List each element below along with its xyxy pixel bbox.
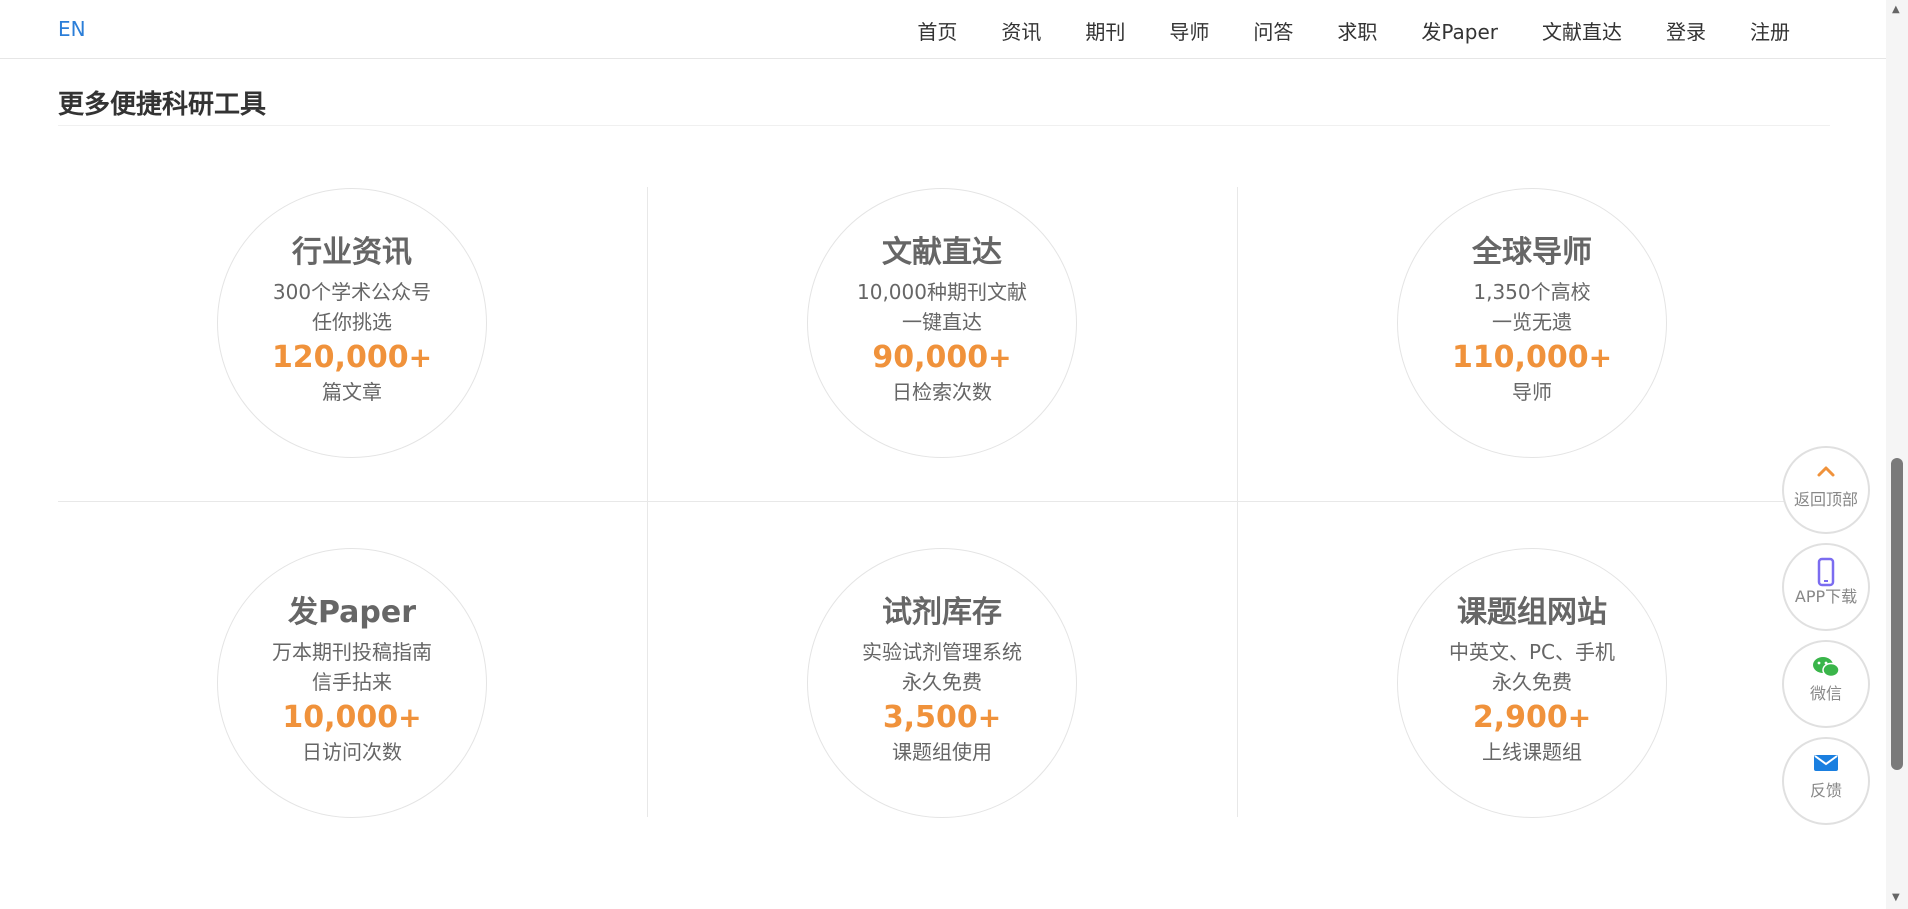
tool-stat-number: 3,500+ xyxy=(882,700,1002,735)
main-nav: 首页 资讯 期刊 导师 问答 求职 发Paper 文献直达 登录 注册 xyxy=(873,16,1790,45)
tool-desc-line: 一键直达 xyxy=(902,310,982,334)
tool-title: 全球导师 xyxy=(1472,235,1592,270)
tool-desc-line: 任你挑选 xyxy=(312,310,392,334)
language-switch-link[interactable]: EN xyxy=(58,17,86,41)
back-to-top-label: 返回顶部 xyxy=(1793,490,1858,509)
tool-circle: 试剂库存 实验试剂管理系统 永久免费 3,500+ 课题组使用 xyxy=(807,548,1077,818)
tool-stat-unit: 上线课题组 xyxy=(1482,740,1582,764)
nav-login[interactable]: 登录 xyxy=(1666,16,1706,45)
tool-circle: 发Paper 万本期刊投稿指南 信手拈来 10,000+ 日访问次数 xyxy=(217,548,487,818)
tool-circle: 行业资讯 300个学术公众号 任你挑选 120,000+ 篇文章 xyxy=(217,188,487,458)
tool-stat-unit: 课题组使用 xyxy=(892,740,992,764)
tool-stat-unit: 日访问次数 xyxy=(302,740,402,764)
mail-icon xyxy=(1784,751,1868,781)
tool-desc-line: 中英文、PC、手机 xyxy=(1448,640,1616,664)
nav-literature[interactable]: 文献直达 xyxy=(1542,16,1622,45)
tool-card-group-website[interactable]: 课题组网站 中英文、PC、手机 永久免费 2,900+ 上线课题组 xyxy=(1238,547,1828,861)
tool-desc-line: 300个学术公众号 xyxy=(272,280,432,304)
mobile-phone-icon xyxy=(1784,557,1868,587)
tool-desc-line: 一览无遗 xyxy=(1492,310,1572,334)
tool-circle: 文献直达 10,000种期刊文献 一键直达 90,000+ 日检索次数 xyxy=(807,188,1077,458)
tool-card-reagent-inventory[interactable]: 试剂库存 实验试剂管理系统 永久免费 3,500+ 课题组使用 xyxy=(648,547,1238,861)
tool-card-literature[interactable]: 文献直达 10,000种期刊文献 一键直达 90,000+ 日检索次数 xyxy=(648,187,1238,501)
tool-desc-line: 实验试剂管理系统 xyxy=(862,640,1022,664)
tool-stat-number: 2,900+ xyxy=(1472,700,1592,735)
tool-desc-line: 万本期刊投稿指南 xyxy=(272,640,432,664)
chevron-up-icon xyxy=(1784,460,1868,490)
tool-title: 发Paper xyxy=(287,595,417,630)
tool-stat-unit: 篇文章 xyxy=(322,380,382,404)
tool-circle: 全球导师 1,350个高校 一览无遗 110,000+ 导师 xyxy=(1397,188,1667,458)
wechat-label: 微信 xyxy=(1809,684,1842,703)
tool-title: 文献直达 xyxy=(882,235,1002,270)
nav-publish-paper[interactable]: 发Paper xyxy=(1421,16,1498,45)
scroll-up-arrow-icon[interactable]: ▲ xyxy=(1892,4,1900,15)
tool-desc-line: 永久免费 xyxy=(1492,670,1572,694)
nav-news[interactable]: 资讯 xyxy=(1001,16,1041,45)
tool-desc-line: 10,000种期刊文献 xyxy=(857,280,1027,304)
feedback-button[interactable]: 反馈 xyxy=(1782,737,1870,825)
tool-card-publish-paper[interactable]: 发Paper 万本期刊投稿指南 信手拈来 10,000+ 日访问次数 xyxy=(58,547,648,861)
scroll-down-arrow-icon[interactable]: ▼ xyxy=(1892,892,1900,903)
tool-desc-line: 1,350个高校 xyxy=(1473,280,1591,304)
nav-journals[interactable]: 期刊 xyxy=(1085,16,1125,45)
tool-card-mentors[interactable]: 全球导师 1,350个高校 一览无遗 110,000+ 导师 xyxy=(1238,187,1828,501)
tool-card-news[interactable]: 行业资讯 300个学术公众号 任你挑选 120,000+ 篇文章 xyxy=(58,187,648,501)
back-to-top-button[interactable]: 返回顶部 xyxy=(1782,446,1870,534)
nav-register[interactable]: 注册 xyxy=(1750,16,1790,45)
tool-desc-line: 信手拈来 xyxy=(312,670,392,694)
nav-home[interactable]: 首页 xyxy=(917,16,957,45)
scrollbar-thumb[interactable] xyxy=(1891,458,1903,770)
tool-stat-unit: 日检索次数 xyxy=(892,380,992,404)
tool-stat-number: 110,000+ xyxy=(1451,340,1613,375)
tools-grid: 行业资讯 300个学术公众号 任你挑选 120,000+ 篇文章 文献直达 10… xyxy=(58,187,1828,818)
app-download-label: APP下载 xyxy=(1794,587,1858,606)
page-scrollbar[interactable]: ▲ ▼ xyxy=(1886,0,1908,909)
tool-stat-number: 120,000+ xyxy=(271,340,433,375)
wechat-icon xyxy=(1784,654,1868,684)
section-divider xyxy=(58,125,1830,126)
feedback-label: 反馈 xyxy=(1809,781,1842,800)
tool-title: 试剂库存 xyxy=(882,595,1002,630)
top-navbar: EN 首页 资讯 期刊 导师 问答 求职 发Paper 文献直达 登录 注册 xyxy=(0,0,1886,59)
nav-jobs[interactable]: 求职 xyxy=(1337,16,1377,45)
app-download-button[interactable]: APP下载 xyxy=(1782,543,1870,631)
tool-stat-unit: 导师 xyxy=(1512,380,1552,404)
nav-qa[interactable]: 问答 xyxy=(1253,16,1293,45)
tool-stat-number: 90,000+ xyxy=(872,340,1012,375)
tool-stat-number: 10,000+ xyxy=(282,700,422,735)
nav-mentors[interactable]: 导师 xyxy=(1169,16,1209,45)
wechat-button[interactable]: 微信 xyxy=(1782,640,1870,728)
grid-divider-horizontal xyxy=(58,501,1828,502)
tool-circle: 课题组网站 中英文、PC、手机 永久免费 2,900+ 上线课题组 xyxy=(1397,548,1667,818)
tool-desc-line: 永久免费 xyxy=(902,670,982,694)
tool-title: 行业资讯 xyxy=(292,235,412,270)
section-title: 更多便捷科研工具 xyxy=(58,90,267,120)
tool-title: 课题组网站 xyxy=(1457,595,1607,630)
